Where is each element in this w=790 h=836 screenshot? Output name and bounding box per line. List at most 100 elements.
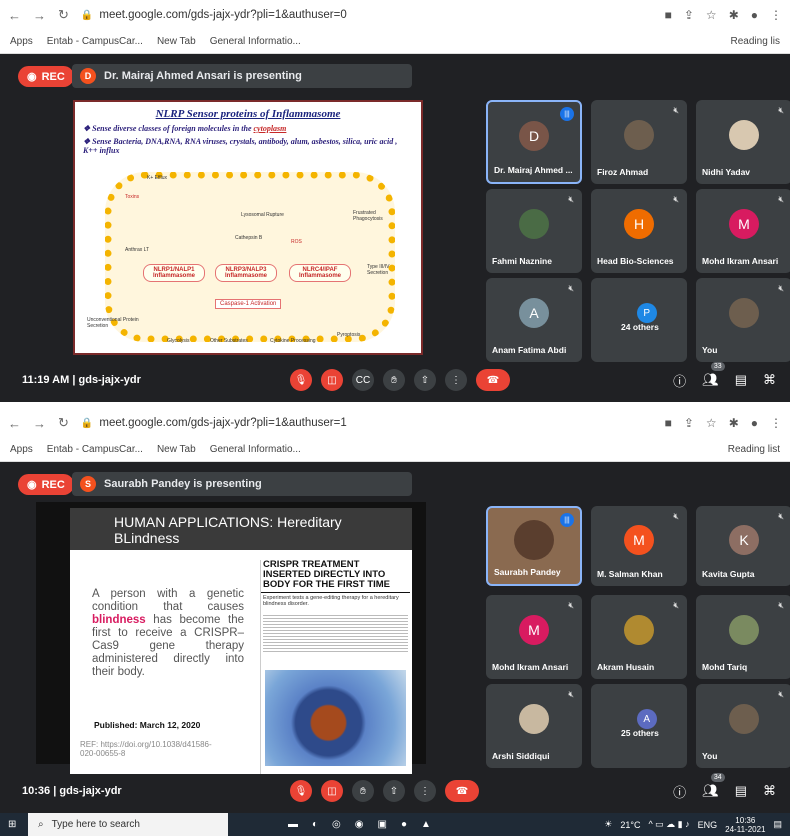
star-icon[interactable]: ☆ [706,8,717,22]
self-tile[interactable]: 🔇︎ You [696,684,790,768]
label: Toxins [125,194,140,200]
reload-icon[interactable]: ↻ [58,415,69,431]
taskbar-search[interactable]: ⌕ Type here to search [28,813,228,836]
mic-off-icon: 🔇︎ [568,600,574,610]
taskbar-clock[interactable]: 10:36 24-11-2021 [725,816,765,834]
leave-call-button[interactable]: ☎︎ [445,780,479,802]
profile-icon[interactable]: ● [751,8,758,22]
avatar: H [624,209,654,240]
edge-icon[interactable]: ◐ [312,819,318,830]
participant-tile[interactable]: 🔇︎ Akram Husain [591,595,687,679]
leave-call-button[interactable]: ☎︎ [476,369,510,391]
more-options-button[interactable]: ⋮ [414,780,436,802]
avatar: K [729,524,759,555]
participant-tile[interactable]: 🔇︎ Arshi Siddiqui [486,684,582,768]
bookmark-entab[interactable]: Entab - CampusCar... [47,444,143,455]
participant-tile[interactable]: 🔇︎ Fahmi Naznine [486,189,582,273]
participant-tile[interactable]: ||| D Dr. Mairaj Ahmed ... [486,100,582,184]
bookmark-entab[interactable]: Entab - CampusCar... [47,36,143,47]
windows-start-icon[interactable]: ⊞ [8,819,16,830]
participant-tile[interactable]: 🔇︎ Firoz Ahmad [591,100,687,184]
raise-hand-button[interactable]: ✋︎ [352,780,374,802]
raise-hand-button[interactable]: ✋︎ [383,369,405,391]
menu-icon[interactable]: ⋮ [770,416,782,430]
bookmark-apps[interactable]: Apps [10,444,33,455]
meet-window-2: ← → ↻ 🔒 meet.google.com/gds-jajx-ydr?pli=… [0,408,790,813]
mic-off-icon: 🔇︎ [778,511,784,521]
activities-icon[interactable]: ⌘ [763,783,776,799]
participant-tile[interactable]: 🔇︎ M Mohd Ikram Ansari [696,189,790,273]
participant-tile[interactable]: ||| Saurabh Pandey [486,506,582,586]
reading-list[interactable]: Reading lis [731,36,780,47]
clock-time: 10:36 [22,785,51,797]
office-icon[interactable]: ▣ [378,819,387,830]
forward-icon[interactable]: → [33,8,46,23]
reading-list[interactable]: Reading list [728,444,780,455]
avatar [624,615,654,646]
firefox-icon[interactable]: ● [401,819,407,830]
others-tile[interactable]: P 24 others [591,278,687,362]
extensions-icon[interactable]: ✱ [729,416,739,430]
address-bar[interactable]: 🔒 meet.google.com/gds-jajx-ydr?pli=1&auth… [81,417,347,429]
extensions-icon[interactable]: ✱ [729,8,739,22]
mic-off-icon: 🔇︎ [778,283,784,293]
bookmark-newtab[interactable]: New Tab [157,444,196,455]
participant-tile[interactable]: 🔇︎ M M. Salman Khan [591,506,687,586]
self-tile[interactable]: 🔇︎ You [696,278,790,362]
label: ROS [291,239,302,245]
chrome-icon[interactable]: ◉ [355,819,364,830]
file-explorer-icon[interactable]: ▬ [288,819,298,830]
more-options-button[interactable]: ⋮ [445,369,467,391]
share-icon[interactable]: ⇪ [684,416,694,430]
chat-icon[interactable]: ▤ [735,372,747,388]
back-icon[interactable]: ← [8,8,21,23]
back-icon[interactable]: ← [8,416,21,431]
star-icon[interactable]: ☆ [706,416,717,430]
bookmark-apps[interactable]: Apps [10,36,33,47]
avatar: A [519,298,549,329]
reload-icon[interactable]: ↻ [58,7,69,23]
profile-icon[interactable]: ● [751,416,758,430]
label: Lysosomal Rupture [241,212,284,218]
share-icon[interactable]: ⇪ [684,8,694,22]
mic-button[interactable]: 🎙︎ [290,369,312,391]
present-button[interactable]: ⇧ [383,780,405,802]
info-icon[interactable]: ⓘ [673,371,686,390]
menu-icon[interactable]: ⋮ [770,8,782,22]
notifications-icon[interactable]: ▤ [773,819,782,830]
chat-icon[interactable]: ▤ [735,783,747,799]
tray-icons[interactable]: ^ ▭ ☁ ▮ ♪ [648,819,689,830]
shared-slide: NLRP Sensor proteins of Inflammasome ❖ S… [73,100,423,355]
mic-button[interactable]: 🎙︎ [290,780,312,802]
captions-button[interactable]: CC [352,369,374,391]
activities-icon[interactable]: ⌘ [763,372,776,388]
bookmark-general[interactable]: General Informatio... [210,444,301,455]
participant-tile[interactable]: 🔇︎ H Head Bio-Sciences [591,189,687,273]
camera-icon[interactable]: ■ [665,8,672,22]
others-tile[interactable]: A 25 others [591,684,687,768]
whatsapp-icon[interactable]: ◎ [332,819,341,830]
participant-tile[interactable]: 🔇︎ Mohd Tariq [696,595,790,679]
camera-button[interactable]: ◫ [321,780,343,802]
meeting-controls: 11:19 AM | gds-jajx-ydr 🎙︎ ◫ CC ✋︎ ⇧ ⋮ ☎… [0,358,790,402]
camera-icon[interactable]: ■ [665,416,672,430]
address-bar[interactable]: 🔒 meet.google.com/gds-jajx-ydr?pli=1&auth… [81,9,347,21]
bookmark-general[interactable]: General Informatio... [210,36,301,47]
presenting-banner: D Dr. Mairaj Ahmed Ansari is presenting [72,64,412,88]
participant-tile[interactable]: 🔇︎ M Mohd Ikram Ansari [486,595,582,679]
participant-tile[interactable]: 🔇︎ K Kavita Gupta [696,506,790,586]
info-icon[interactable]: ⓘ [673,782,686,801]
forward-icon[interactable]: → [33,416,46,431]
participant-tile[interactable]: 🔇︎ Nidhi Yadav [696,100,790,184]
language-indicator[interactable]: ENG [698,820,718,830]
people-icon[interactable]: 👥︎ 33 [702,362,725,388]
bookmark-newtab[interactable]: New Tab [157,36,196,47]
people-icon[interactable]: 👥︎ 34 [702,773,725,799]
participant-tile[interactable]: 🔇︎ A Anam Fatima Abdi [486,278,582,362]
weather-temp: 21°C [620,819,641,830]
avatar [514,519,554,560]
present-button[interactable]: ⇧ [414,369,436,391]
pdf-icon[interactable]: ▲ [421,819,431,830]
retina-image [265,670,406,766]
camera-button[interactable]: ◫ [321,369,343,391]
